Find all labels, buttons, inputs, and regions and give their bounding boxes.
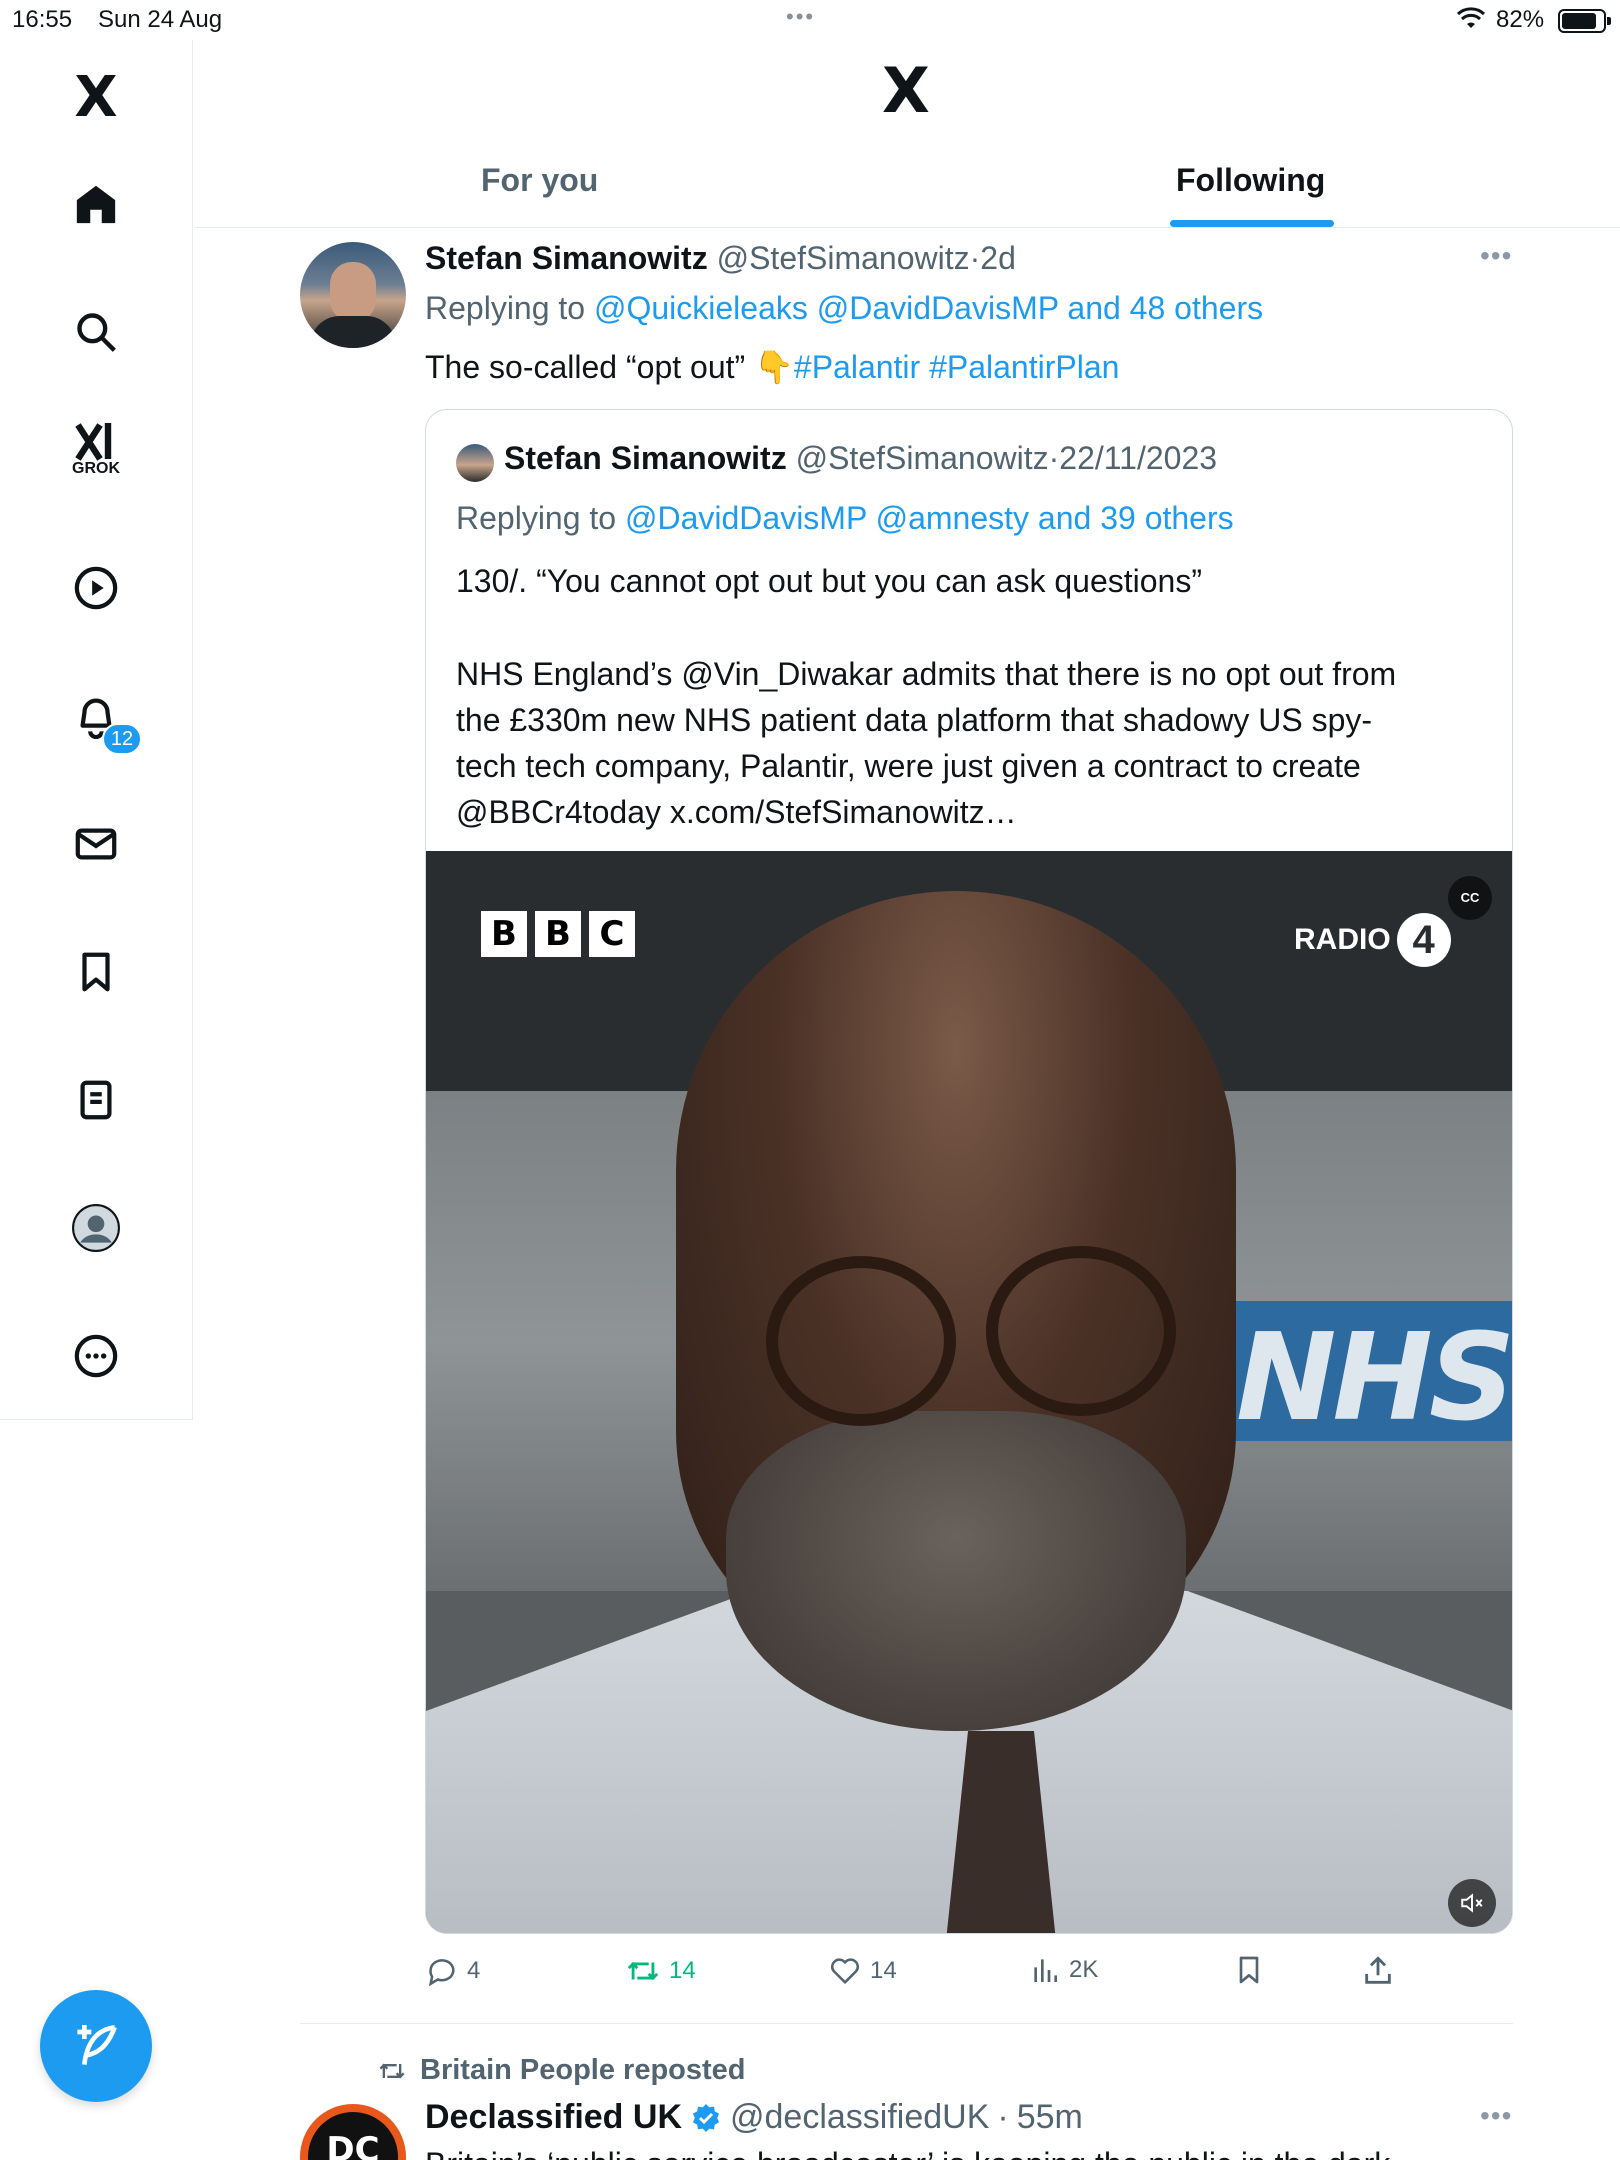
quoted-tweet-card[interactable]: Stefan Simanowitz @StefSimanowitz·22/11/… <box>425 409 1513 1934</box>
avatar[interactable] <box>300 242 406 348</box>
author-name[interactable]: Stefan Simanowitz <box>425 240 708 276</box>
grok-icon[interactable]: GROK <box>66 420 126 480</box>
tweet-actions: 4 14 14 2K <box>425 1954 1425 1998</box>
bbc-logo: B B C <box>481 911 635 957</box>
bookmark-icon[interactable] <box>66 942 126 1002</box>
quoted-tweet-header: Stefan Simanowitz @StefSimanowitz·22/11/… <box>504 440 1218 476</box>
tweet-separator <box>300 2023 1513 2024</box>
retweet-button[interactable]: 14 <box>625 1954 696 1988</box>
replying-to-links[interactable]: @Quickieleaks @DavidDavisMP and 48 other… <box>594 290 1263 326</box>
tab-for-you[interactable]: For you <box>481 162 598 199</box>
timeline-header: X For you Following <box>194 40 1620 228</box>
quoted-text-line: NHS England’s @Vin_Diwakar admits that t… <box>456 656 1397 692</box>
home-icon[interactable] <box>66 174 126 234</box>
reposted-by[interactable]: Britain People reposted <box>420 2054 746 2087</box>
author-handle[interactable]: @declassifiedUK <box>730 2098 989 2137</box>
speaker-muted-icon <box>1461 1893 1483 1913</box>
mute-button[interactable] <box>1448 1879 1496 1927</box>
grok-label: GROK <box>72 460 120 477</box>
quoted-avatar <box>456 444 494 482</box>
retweet-count: 14 <box>669 1957 696 1984</box>
captions-button[interactable]: CC <box>1448 876 1492 920</box>
retweet-icon <box>379 2063 405 2078</box>
quoted-text-line: 130/. “You cannot opt out but you can as… <box>456 563 1202 599</box>
quoted-replying-to-links[interactable]: @DavidDavisMP @amnesty and 39 others <box>625 500 1234 536</box>
quoted-replying-to: Replying to @DavidDavisMP @amnesty and 3… <box>456 500 1234 537</box>
like-button[interactable]: 14 <box>828 1954 897 1988</box>
tweet-text: The so-called “opt out” 👇#Palantir #Pala… <box>425 348 1119 386</box>
multitasking-dots-icon[interactable]: ••• <box>786 4 815 30</box>
tweet-hashtags[interactable]: #Palantir #PalantirPlan <box>794 349 1120 385</box>
avatar[interactable]: DC <box>300 2104 406 2160</box>
share-button[interactable] <box>1361 1954 1395 1988</box>
status-date: Sun 24 Aug <box>98 6 223 33</box>
tweet-text: Britain’s ‘public service broadcaster’ i… <box>425 2146 1390 2160</box>
quoted-author-name: Stefan Simanowitz <box>504 440 787 476</box>
pointing-down-emoji: 👇 <box>754 349 794 385</box>
retweet-icon <box>627 1961 659 1981</box>
quoted-tweet-time: 22/11/2023 <box>1059 440 1218 476</box>
video-player[interactable]: NHS B B C RADIO 4 CC <box>426 851 1512 1933</box>
feather-plus-icon <box>77 2025 117 2065</box>
tweet-text-plain: The so-called “opt out” <box>425 349 755 385</box>
repost-indicator: Britain People reposted <box>376 2054 746 2087</box>
reply-count: 4 <box>467 1957 481 1984</box>
sidebar-nav: X GROK 12 <box>0 40 193 1420</box>
like-count: 14 <box>870 1957 897 1984</box>
tweet-time[interactable]: 55m <box>1017 2098 1083 2137</box>
wifi-icon <box>1456 6 1486 37</box>
more-options-icon[interactable]: ••• <box>1480 2100 1512 2132</box>
sidebar-divider <box>0 1419 193 1420</box>
verified-badge-icon <box>692 2103 720 2132</box>
tweet-header: Declassified UK @declassifiedUK · 55m <box>425 2098 1083 2137</box>
reply-icon <box>428 1959 455 1987</box>
bookmark-button[interactable] <box>1233 1954 1265 1986</box>
replying-to: Replying to @Quickieleaks @DavidDavisMP … <box>425 290 1263 327</box>
quoted-text-line: tech tech company, Palantir, were just g… <box>456 748 1361 784</box>
battery-percentage: 82% <box>1496 6 1545 33</box>
reply-button[interactable]: 4 <box>425 1954 480 1988</box>
tweet-time[interactable]: 2d <box>980 240 1016 276</box>
more-options-icon[interactable]: ••• <box>1480 240 1512 272</box>
status-bar: 16:55 Sun 24 Aug ••• 82% <box>0 0 1620 40</box>
nhs-sign-text: NHS <box>1236 1309 1512 1448</box>
views-button[interactable]: 2K <box>1029 1954 1098 1986</box>
quoted-replying-prefix: Replying to <box>456 500 617 536</box>
views-chart-icon <box>1034 1959 1057 1982</box>
notification-badge: 12 <box>102 723 142 755</box>
quoted-author-handle: @StefSimanowitz <box>795 440 1049 476</box>
tweet-header: Stefan Simanowitz @StefSimanowitz·2d <box>425 240 1016 276</box>
more-icon[interactable] <box>66 1326 126 1386</box>
mail-icon[interactable] <box>66 814 126 874</box>
view-count: 2K <box>1069 1956 1099 1983</box>
x-logo-icon[interactable]: X <box>66 68 126 128</box>
heart-icon <box>830 1958 860 1984</box>
quoted-tweet-text: 130/. “You cannot opt out but you can as… <box>456 558 1486 835</box>
header-x-logo-icon[interactable]: X <box>882 60 930 122</box>
tab-active-indicator <box>1170 220 1334 227</box>
quoted-text-line: @BBCr4today x.com/StefSimanowitz… <box>456 794 1017 830</box>
search-icon[interactable] <box>66 302 126 362</box>
status-time: 16:55 <box>12 6 73 33</box>
bookmark-icon <box>1239 1956 1259 1984</box>
author-handle[interactable]: @StefSimanowitz <box>717 240 970 276</box>
share-icon <box>1365 1956 1391 1984</box>
battery-icon <box>1558 9 1611 33</box>
compose-button[interactable] <box>40 1990 152 2102</box>
profile-icon[interactable] <box>66 1198 126 1258</box>
replying-prefix: Replying to <box>425 290 586 326</box>
tab-following[interactable]: Following <box>1176 162 1325 199</box>
radio4-logo: RADIO 4 <box>1294 913 1451 967</box>
author-name[interactable]: Declassified UK <box>425 2098 682 2137</box>
list-icon[interactable] <box>66 1070 126 1130</box>
play-icon[interactable] <box>66 558 126 618</box>
quoted-text-line: the £330m new NHS patient data platform … <box>456 702 1373 738</box>
